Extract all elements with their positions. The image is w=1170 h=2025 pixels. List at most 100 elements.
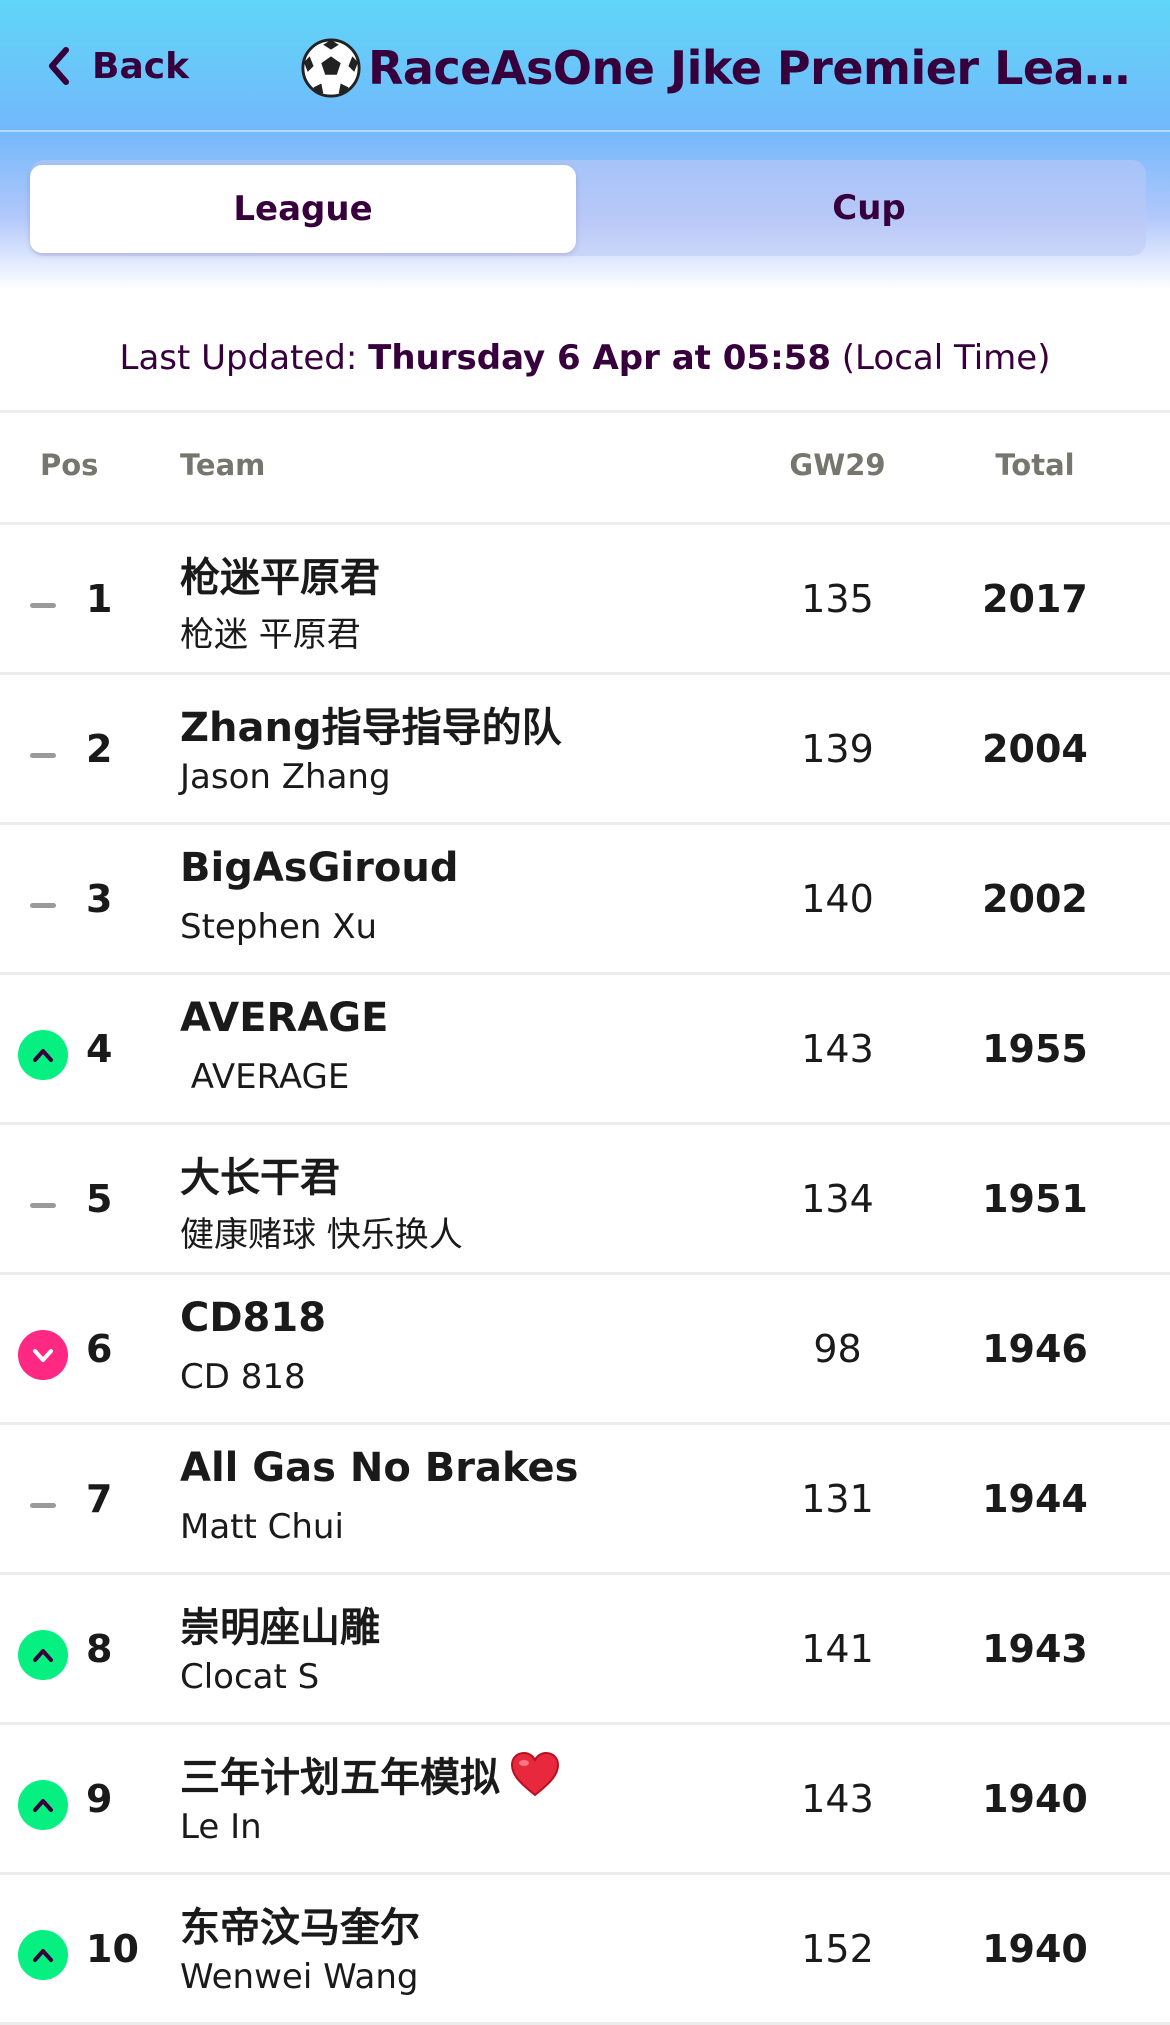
manager-name: Le In [180, 1807, 262, 1847]
manager-name: AVERAGE [180, 1057, 350, 1097]
back-button[interactable]: Back [44, 38, 189, 94]
gameweek-points: 152 [801, 1927, 874, 1971]
table-row[interactable]: 2 Zhang指导指导的队 Jason Zhang 139 2004 [0, 675, 1170, 825]
position-number: 6 [86, 1327, 113, 1371]
position-number: 7 [86, 1477, 113, 1521]
table-row[interactable]: 1 枪迷平原君枪迷 平原君 135 2017 [0, 525, 1170, 675]
movement-unchanged-icon [18, 1180, 68, 1230]
manager-name: Wenwei Wang [180, 1957, 419, 1997]
movement-unchanged-icon [18, 580, 68, 630]
column-header-gw: GW29 [789, 448, 886, 482]
total-points: 1944 [982, 1477, 1088, 1521]
total-points: 2017 [982, 577, 1088, 621]
position-number: 8 [86, 1627, 113, 1671]
gameweek-points: 98 [813, 1327, 862, 1371]
total-points: 2004 [982, 727, 1088, 771]
position-number: 10 [86, 1927, 139, 1971]
movement-unchanged-icon [18, 880, 68, 930]
position-number: 5 [86, 1177, 113, 1221]
total-points: 1951 [982, 1177, 1088, 1221]
total-points: 1940 [982, 1777, 1088, 1821]
tab-cup[interactable]: Cup [596, 164, 1142, 252]
position-number: 3 [86, 877, 113, 921]
team-name: 大长干君 [180, 1145, 340, 1203]
position-number: 4 [86, 1027, 113, 1071]
last-updated-suffix: (Local Time) [830, 338, 1051, 378]
last-updated-text: Last Updated: Thursday 6 Apr at 05:58 (L… [0, 338, 1170, 378]
manager-name: Matt Chui [180, 1507, 344, 1547]
manager-name: CD 818 [180, 1357, 306, 1397]
table-row[interactable]: 4 AVERAGE AVERAGE 143 1955 [0, 975, 1170, 1125]
soccer-ball-icon [301, 38, 361, 98]
table-row[interactable]: 9 三年计划五年模拟 Le In 143 1940 [0, 1725, 1170, 1875]
table-row[interactable]: 8 崇明座山雕 Clocat S 141 1943 [0, 1575, 1170, 1725]
team-name: 三年计划五年模拟 [180, 1745, 560, 1803]
page-title: RaceAsOne Jike Premier Leag... [300, 36, 1135, 100]
total-points: 1943 [982, 1627, 1088, 1671]
team-name-text: 三年计划五年模拟 [180, 1755, 500, 1801]
tab-league[interactable]: League [30, 165, 576, 253]
last-updated-prefix: Last Updated: [119, 338, 369, 378]
gameweek-points: 131 [801, 1477, 874, 1521]
movement-up-icon [18, 1930, 68, 1980]
team-name: 枪迷平原君 [180, 545, 380, 603]
team-name-text: Zhang指导指导的队 [180, 705, 562, 751]
position-number: 1 [86, 577, 113, 621]
gameweek-points: 134 [801, 1177, 874, 1221]
team-name-text: AVERAGE [180, 995, 389, 1041]
position-number: 9 [86, 1777, 113, 1821]
table-row[interactable]: 10 东帝汶马奎尔 Wenwei Wang 152 1940 [0, 1875, 1170, 2025]
table-row[interactable]: 7 All Gas No Brakes Matt Chui 131 1944 [0, 1425, 1170, 1575]
team-name-text: CD818 [180, 1295, 327, 1341]
gameweek-points: 140 [801, 877, 874, 921]
movement-down-icon [18, 1330, 68, 1380]
gameweek-points: 143 [801, 1027, 874, 1071]
table-row[interactable]: 5 大长干君健康赌球 快乐换人 134 1951 [0, 1125, 1170, 1275]
column-header-team: Team [180, 448, 266, 482]
chevron-left-icon [49, 47, 69, 85]
team-name-text: All Gas No Brakes [180, 1445, 579, 1491]
back-label: Back [92, 45, 190, 87]
table-row[interactable]: 3 BigAsGiroud Stephen Xu 140 2002 [0, 825, 1170, 975]
team-name: BigAsGiroud [180, 845, 458, 891]
gameweek-points: 139 [801, 727, 874, 771]
team-name-text: 东帝汶马奎尔 [180, 1905, 420, 1951]
last-updated-value: Thursday 6 Apr at 05:58 [368, 338, 831, 378]
movement-up-icon [18, 1030, 68, 1080]
team-name: All Gas No Brakes [180, 1445, 578, 1491]
red-heart-icon [510, 1751, 560, 1797]
team-name: Zhang指导指导的队 [180, 695, 562, 753]
team-name-text: 枪迷平原君 [180, 555, 380, 601]
manager-name: Jason Zhang [180, 757, 391, 797]
divider [0, 410, 1170, 413]
manager-name: 枪迷 平原君 [180, 615, 361, 655]
gameweek-points: 135 [801, 577, 874, 621]
total-points: 1940 [982, 1927, 1088, 1971]
team-name: 崇明座山雕 [180, 1595, 380, 1653]
total-points: 2002 [982, 877, 1088, 921]
manager-name: 健康赌球 快乐换人 [180, 1215, 463, 1255]
movement-unchanged-icon [18, 730, 68, 780]
nav-divider [0, 130, 1170, 132]
team-name-text: BigAsGiroud [180, 845, 459, 891]
league-title: RaceAsOne Jike Premier Leag... [368, 41, 1135, 95]
movement-up-icon [18, 1780, 68, 1830]
gameweek-points: 143 [801, 1777, 874, 1821]
team-name-text: 大长干君 [180, 1155, 340, 1201]
gameweek-points: 141 [801, 1627, 874, 1671]
top-nav-bar: Back RaceAsOne Jike Premier Leag... [0, 0, 1170, 132]
team-name-text: 崇明座山雕 [180, 1605, 380, 1651]
position-number: 2 [86, 727, 113, 771]
total-points: 1946 [982, 1327, 1088, 1371]
team-name: AVERAGE [180, 995, 388, 1041]
manager-name: Stephen Xu [180, 907, 378, 947]
table-row[interactable]: 6 CD818 CD 818 98 1946 [0, 1275, 1170, 1425]
movement-unchanged-icon [18, 1480, 68, 1530]
manager-name: Clocat S [180, 1657, 320, 1697]
tab-bar: League Cup [30, 160, 1146, 256]
column-header-total: Total [995, 448, 1075, 482]
team-name: 东帝汶马奎尔 [180, 1895, 420, 1953]
team-name: CD818 [180, 1295, 326, 1341]
movement-up-icon [18, 1630, 68, 1680]
total-points: 1955 [982, 1027, 1088, 1071]
